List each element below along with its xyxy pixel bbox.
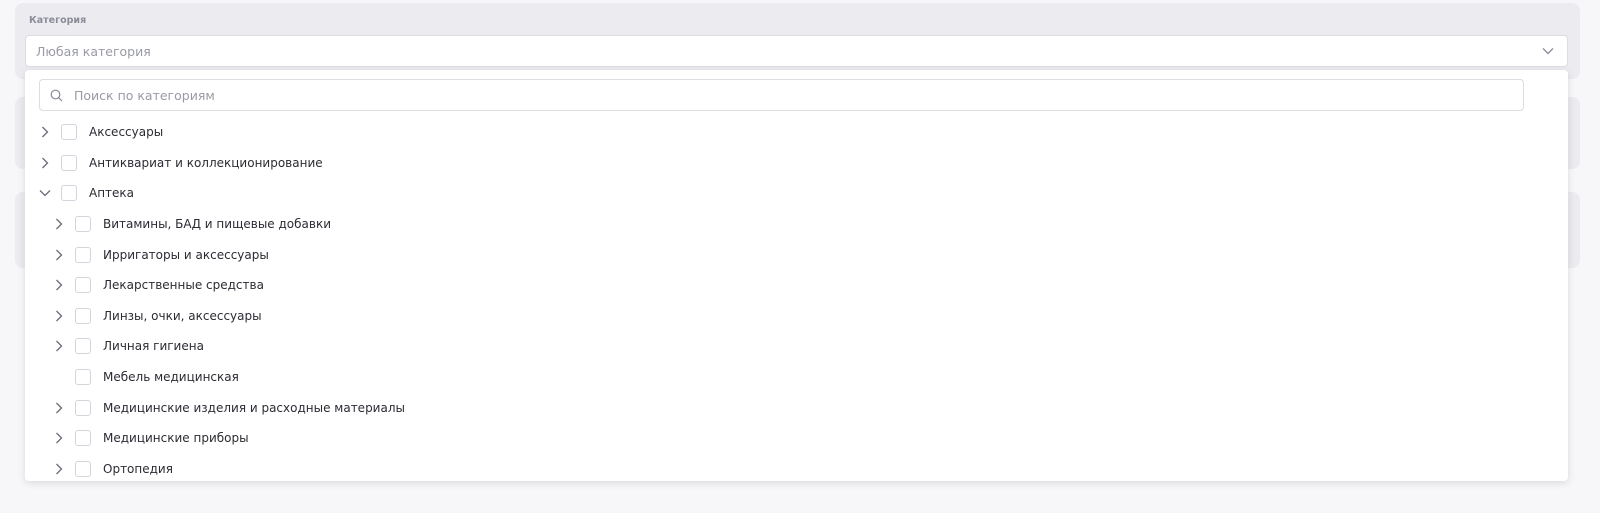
category-search-box[interactable] <box>39 79 1524 111</box>
category-checkbox[interactable] <box>75 277 91 294</box>
category-checkbox[interactable] <box>75 369 91 386</box>
chevron-right-icon[interactable] <box>51 400 67 416</box>
tree-toggle-spacer <box>51 369 67 385</box>
chevron-right-icon[interactable] <box>37 124 53 140</box>
category-search-input[interactable] <box>74 87 1523 103</box>
category-tree-item[interactable]: Медицинские приборы <box>51 423 249 454</box>
category-tree-item[interactable]: Ортопедия <box>51 454 173 481</box>
category-label: Лекарственные средства <box>103 278 264 293</box>
category-tree-item[interactable]: Ирригаторы и аксессуары <box>51 239 269 270</box>
category-label: Витамины, БАД и пищевые добавки <box>103 217 332 232</box>
category-tree-item[interactable]: Антиквариат и коллекционирование <box>37 148 323 179</box>
category-label: Аптека <box>89 186 135 201</box>
category-checkbox[interactable] <box>75 460 91 477</box>
category-tree-item[interactable]: Аксессуары <box>37 117 163 148</box>
category-label: Ирригаторы и аксессуары <box>103 247 269 262</box>
category-label: Мебель медицинская <box>103 370 239 385</box>
category-checkbox[interactable] <box>75 307 91 324</box>
chevron-right-icon[interactable] <box>51 216 67 232</box>
category-checkbox[interactable] <box>75 216 91 233</box>
chevron-right-icon[interactable] <box>37 155 53 171</box>
category-label: Медицинские изделия и расходные материал… <box>103 400 405 415</box>
category-tree-item[interactable]: Личная гигиена <box>51 331 204 362</box>
category-tree-item[interactable]: Лекарственные средства <box>51 270 264 301</box>
category-tree-item[interactable]: Витамины, БАД и пищевые добавки <box>51 209 331 240</box>
category-tree-item[interactable]: Аптека <box>37 178 134 209</box>
category-checkbox[interactable] <box>75 338 91 355</box>
category-label: Аксессуары <box>89 125 164 140</box>
chevron-right-icon[interactable] <box>51 247 67 263</box>
search-icon <box>50 88 64 102</box>
chevron-down-icon[interactable] <box>1537 40 1559 62</box>
chevron-down-icon[interactable] <box>37 185 53 201</box>
category-checkbox[interactable] <box>75 430 91 447</box>
category-checkbox[interactable] <box>75 246 91 263</box>
category-select[interactable]: Любая категория <box>25 35 1568 67</box>
category-field-label: Категория <box>29 15 87 26</box>
category-tree-item[interactable]: Линзы, очки, аксессуары <box>51 301 262 332</box>
chevron-right-icon[interactable] <box>51 308 67 324</box>
category-dropdown: Аксессуары Антиквариат и коллекционирован… <box>25 70 1568 481</box>
category-checkbox[interactable] <box>61 185 77 202</box>
chevron-right-icon[interactable] <box>51 461 67 477</box>
category-select-placeholder: Любая категория <box>36 43 151 59</box>
category-checkbox[interactable] <box>75 399 91 416</box>
category-checkbox[interactable] <box>61 124 77 141</box>
category-checkbox[interactable] <box>61 154 77 171</box>
category-label: Ортопедия <box>103 461 173 476</box>
chevron-right-icon[interactable] <box>51 430 67 446</box>
category-label: Антиквариат и коллекционирование <box>89 155 323 170</box>
chevron-right-icon[interactable] <box>51 338 67 354</box>
category-label: Медицинские приборы <box>103 431 249 446</box>
category-tree-item[interactable]: Мебель медицинская <box>51 362 239 393</box>
category-label: Линзы, очки, аксессуары <box>103 308 262 323</box>
chevron-right-icon[interactable] <box>51 277 67 293</box>
category-label: Личная гигиена <box>103 339 204 354</box>
category-tree-item[interactable]: Медицинские изделия и расходные материал… <box>51 392 405 423</box>
